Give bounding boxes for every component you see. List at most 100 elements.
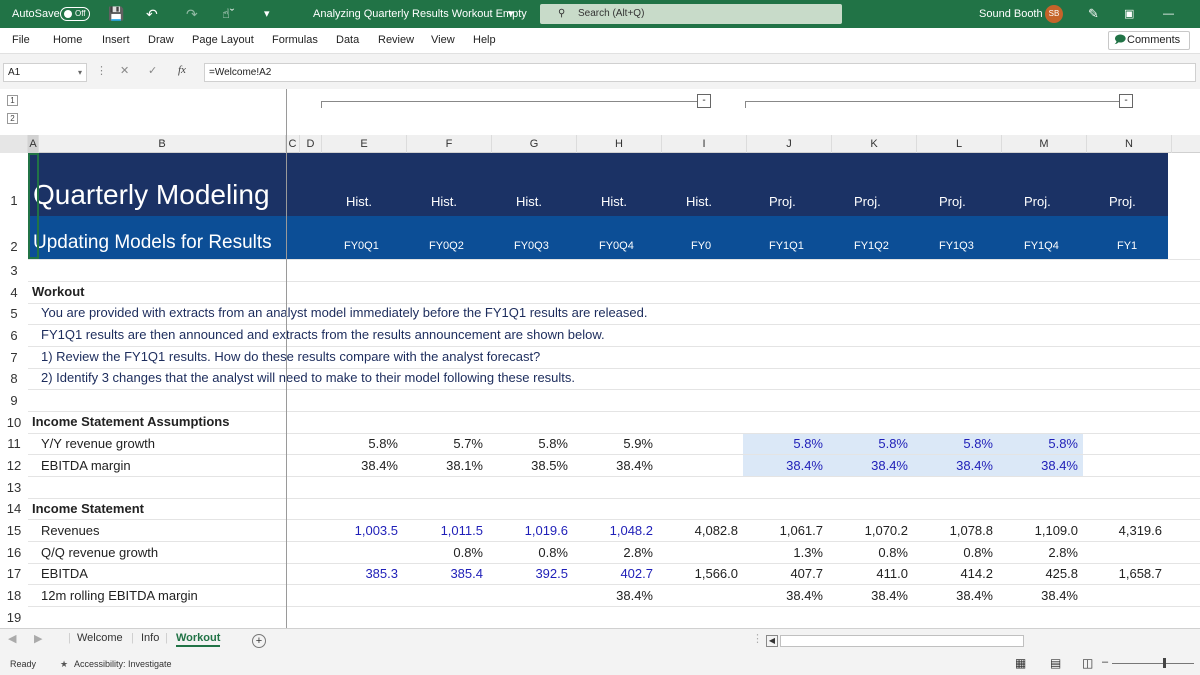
value-cell[interactable]: 1,078.8 (913, 523, 993, 538)
menu-view[interactable]: View (431, 34, 455, 46)
row-header[interactable]: 18 (0, 588, 28, 603)
value-cell[interactable]: 407.7 (743, 566, 823, 581)
formula-input[interactable]: =Welcome!A2 (204, 63, 1196, 82)
more-options-icon[interactable]: ⋮ (96, 64, 107, 77)
prev-sheet-icon[interactable]: ◀ (8, 632, 16, 645)
value-cell[interactable]: 5.8% (743, 436, 823, 451)
comments-button[interactable]: 🗩 Comments (1108, 31, 1190, 50)
search-input[interactable]: ⚲ Search (Alt+Q) (540, 4, 842, 24)
value-cell[interactable]: 38.4% (573, 588, 653, 603)
value-cell[interactable]: 1,011.5 (403, 523, 483, 538)
row-header[interactable]: 15 (0, 523, 28, 538)
period-label[interactable]: FY0Q3 (514, 240, 549, 252)
accessibility-status[interactable]: Accessibility: Investigate (74, 659, 172, 669)
period-label[interactable]: FY0Q1 (344, 240, 379, 252)
avatar[interactable]: SB (1045, 5, 1063, 23)
value-cell[interactable]: 38.4% (318, 458, 398, 473)
autosave-toggle[interactable]: Off (60, 7, 90, 21)
menu-review[interactable]: Review (378, 34, 414, 46)
value-cell[interactable]: 1,070.2 (828, 523, 908, 538)
period-type-label[interactable]: Proj. (939, 194, 966, 209)
insert-function-button[interactable]: fx (178, 64, 186, 76)
horizontal-scrollbar[interactable] (780, 635, 1024, 647)
period-type-label[interactable]: Proj. (1109, 194, 1136, 209)
customize-toolbar-icon[interactable]: ▾ (264, 0, 270, 28)
row-header[interactable]: 6 (0, 328, 28, 343)
enter-icon[interactable]: ✓ (148, 64, 157, 77)
row-header[interactable]: 8 (0, 371, 28, 386)
menu-home[interactable]: Home (53, 34, 82, 46)
row-header[interactable]: 11 (0, 436, 28, 451)
period-label[interactable]: FY0Q2 (429, 240, 464, 252)
touch-mode-icon[interactable]: ☝ˇ (222, 0, 234, 28)
redo-icon[interactable]: ↷ (186, 0, 198, 28)
period-type-label[interactable]: Hist. (516, 194, 542, 209)
value-cell[interactable]: 38.4% (998, 458, 1078, 473)
row-header[interactable]: 16 (0, 545, 28, 560)
value-cell[interactable]: 38.4% (998, 588, 1078, 603)
row-header[interactable]: 2 (0, 239, 28, 254)
value-cell[interactable]: 5.9% (573, 436, 653, 451)
column-header[interactable]: I (662, 135, 747, 153)
value-cell[interactable]: 4,082.8 (658, 523, 738, 538)
value-cell[interactable]: 1,061.7 (743, 523, 823, 538)
menu-formulas[interactable]: Formulas (272, 34, 318, 46)
value-cell[interactable]: 385.3 (318, 566, 398, 581)
row-header[interactable]: 5 (0, 306, 28, 321)
column-header[interactable]: K (832, 135, 917, 153)
value-cell[interactable]: 5.8% (998, 436, 1078, 451)
menu-help[interactable]: Help (473, 34, 496, 46)
period-label[interactable]: FY1Q2 (854, 240, 889, 252)
value-cell[interactable]: 38.4% (828, 458, 908, 473)
value-cell[interactable]: 1,109.0 (998, 523, 1078, 538)
workout-line[interactable]: 1) Review the FY1Q1 results. How do thes… (41, 349, 540, 364)
value-cell[interactable]: 5.8% (318, 436, 398, 451)
row-header[interactable]: 14 (0, 501, 28, 516)
period-type-label[interactable]: Proj. (854, 194, 881, 209)
period-label[interactable]: FY1 (1117, 240, 1137, 252)
period-type-label[interactable]: Hist. (601, 194, 627, 209)
page-break-view-icon[interactable]: ◫ (1082, 656, 1093, 670)
pen-icon[interactable]: ✎ (1088, 0, 1099, 28)
scroll-left-icon[interactable]: ◀ (766, 635, 778, 647)
value-cell[interactable]: 38.4% (743, 458, 823, 473)
period-label[interactable]: FY0 (691, 240, 711, 252)
value-cell[interactable]: 5.8% (828, 436, 908, 451)
zoom-slider[interactable] (1112, 663, 1194, 664)
workout-line[interactable]: FY1Q1 results are then announced and ext… (41, 327, 605, 342)
income-heading[interactable]: Income Statement (32, 501, 144, 516)
menu-file[interactable]: File (12, 34, 30, 46)
value-cell[interactable]: 414.2 (913, 566, 993, 581)
document-title[interactable]: Analyzing Quarterly Results Workout Empt… (313, 0, 527, 28)
page-layout-view-icon[interactable]: ▤ (1050, 656, 1061, 670)
value-cell[interactable]: 38.4% (913, 458, 993, 473)
sheet-subtitle[interactable]: Updating Models for Results (33, 232, 272, 254)
column-header[interactable]: F (407, 135, 492, 153)
value-cell[interactable]: 385.4 (403, 566, 483, 581)
value-cell[interactable]: 1,019.6 (488, 523, 568, 538)
tab-welcome[interactable]: Welcome (77, 632, 123, 644)
outline-collapse-button[interactable]: - (697, 94, 711, 108)
name-box-dropdown-icon[interactable]: ▾ (78, 64, 82, 81)
column-header[interactable]: D (300, 135, 322, 153)
cancel-icon[interactable]: ✕ (120, 64, 129, 77)
value-cell[interactable]: 411.0 (828, 566, 908, 581)
add-sheet-button[interactable]: + (252, 634, 266, 648)
row-header[interactable]: 4 (0, 285, 28, 300)
period-label[interactable]: FY0Q4 (599, 240, 634, 252)
period-type-label[interactable]: Proj. (1024, 194, 1051, 209)
zoom-out-icon[interactable]: – (1102, 656, 1108, 668)
row-label[interactable]: Q/Q revenue growth (41, 545, 158, 560)
row-label[interactable]: Y/Y revenue growth (41, 436, 155, 451)
name-box[interactable]: A1 ▾ (3, 63, 87, 82)
menu-data[interactable]: Data (336, 34, 359, 46)
value-cell[interactable]: 2.8% (573, 545, 653, 560)
value-cell[interactable]: 425.8 (998, 566, 1078, 581)
menu-page-layout[interactable]: Page Layout (192, 34, 254, 46)
period-type-label[interactable]: Hist. (686, 194, 712, 209)
value-cell[interactable]: 38.4% (743, 588, 823, 603)
title-dropdown-icon[interactable]: ▾ (508, 0, 514, 28)
normal-view-icon[interactable]: ▦ (1015, 656, 1026, 670)
period-type-label[interactable]: Hist. (346, 194, 372, 209)
value-cell[interactable]: 1,566.0 (658, 566, 738, 581)
